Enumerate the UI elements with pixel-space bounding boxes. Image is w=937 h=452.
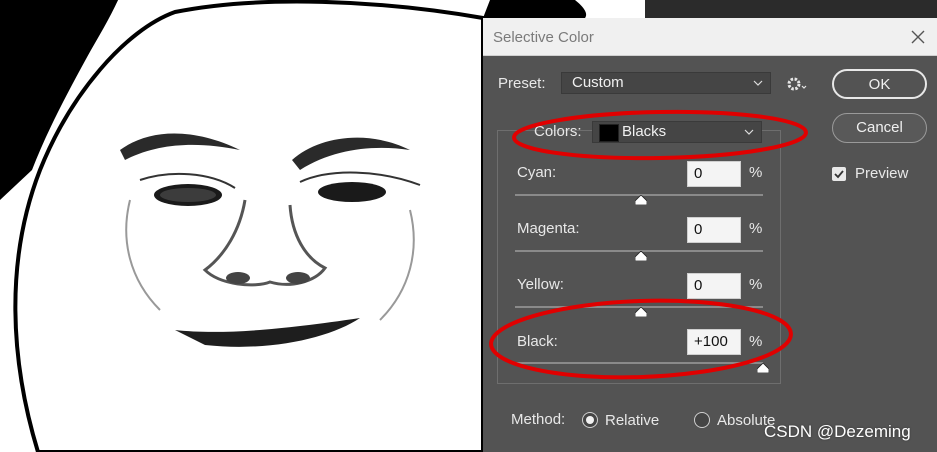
slider-thumb-icon[interactable] [635, 195, 647, 205]
gear-icon[interactable] [786, 75, 808, 93]
slider-thumb-icon[interactable] [757, 363, 769, 373]
cancel-button[interactable]: Cancel [832, 113, 927, 143]
colors-value: Blacks [622, 123, 667, 140]
method-label: Method: [511, 411, 566, 428]
dark-background-strip [645, 0, 937, 18]
black-input[interactable]: +100 [687, 329, 741, 355]
color-swatch [599, 124, 619, 142]
chevron-down-icon [753, 80, 763, 86]
preview-checkbox[interactable] [832, 167, 846, 181]
ok-button[interactable]: OK [832, 69, 927, 99]
slider-thumb-icon[interactable] [635, 251, 647, 261]
colors-label: Colors: [534, 123, 582, 140]
preset-dropdown[interactable]: Custom [561, 72, 771, 94]
black-slider-track[interactable] [515, 362, 763, 364]
cyan-percent: % [749, 164, 763, 181]
slider-thumb-icon[interactable] [635, 307, 647, 317]
relative-label: Relative [605, 412, 660, 429]
watermark: CSDN @Dezeming [764, 422, 911, 441]
selective-color-dialog: Selective Color Preset: Custom OK Cancel… [483, 18, 937, 452]
black-percent: % [749, 333, 763, 350]
preview-label: Preview [855, 165, 909, 182]
cyan-label: Cyan: [517, 164, 557, 181]
relative-radio[interactable] [582, 412, 598, 428]
black-label: Black: [517, 333, 558, 350]
magenta-label: Magenta: [517, 220, 580, 237]
magenta-input[interactable]: 0 [687, 217, 741, 243]
yellow-label: Yellow: [517, 276, 564, 293]
cyan-input[interactable]: 0 [687, 161, 741, 187]
magenta-percent: % [749, 220, 763, 237]
close-icon[interactable] [907, 26, 929, 48]
checkmark-icon [834, 170, 844, 179]
dialog-title: Selective Color [493, 29, 594, 46]
yellow-input[interactable]: 0 [687, 273, 741, 299]
preset-label: Preset: [498, 75, 546, 92]
yellow-percent: % [749, 276, 763, 293]
dialog-titlebar[interactable]: Selective Color [483, 18, 937, 56]
preset-value: Custom [572, 74, 624, 91]
chevron-down-icon [744, 129, 754, 135]
absolute-radio[interactable] [694, 412, 710, 428]
